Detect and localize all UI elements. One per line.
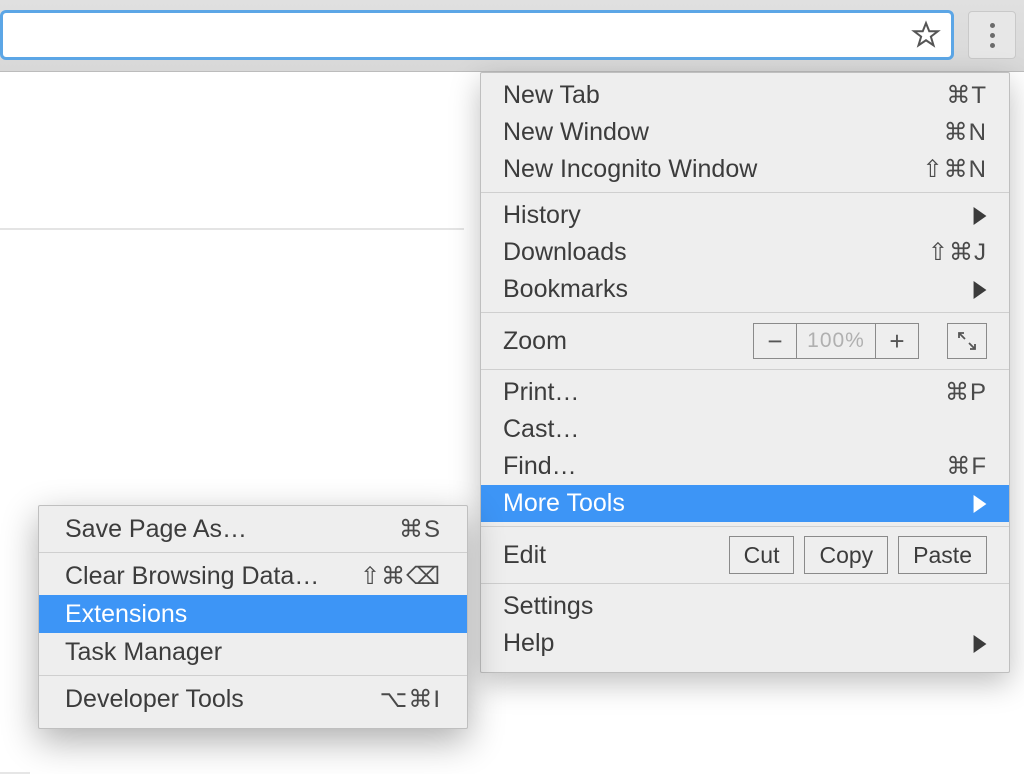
menu-item-shortcut: ⇧⌘J xyxy=(917,238,987,267)
paste-button[interactable]: Paste xyxy=(898,536,987,574)
menu-item-bookmarks[interactable]: Bookmarks xyxy=(481,271,1009,308)
menu-item-new-incognito[interactable]: New Incognito Window ⇧⌘N xyxy=(481,151,1009,188)
menu-section: History Downloads ⇧⌘J Bookmarks xyxy=(481,193,1009,312)
fullscreen-button[interactable] xyxy=(947,323,987,359)
menu-section: Print… ⌘P Cast… Find… ⌘F More Tools xyxy=(481,370,1009,526)
menu-item-label: Cast… xyxy=(503,415,987,444)
menu-item-save-page-as[interactable]: Save Page As… ⌘S xyxy=(39,510,467,548)
chrome-main-menu: New Tab ⌘T New Window ⌘N New Incognito W… xyxy=(480,72,1010,673)
menu-item-label: New Incognito Window xyxy=(503,155,917,184)
menu-item-label: Task Manager xyxy=(65,638,441,667)
menu-item-downloads[interactable]: Downloads ⇧⌘J xyxy=(481,234,1009,271)
menu-item-label: Find… xyxy=(503,452,917,481)
menu-item-edit: Edit Cut Copy Paste xyxy=(481,527,1009,583)
chrome-menu-button[interactable] xyxy=(968,11,1016,59)
menu-item-new-window[interactable]: New Window ⌘N xyxy=(481,114,1009,151)
copy-button[interactable]: Copy xyxy=(804,536,888,574)
menu-item-shortcut: ⇧⌘⌫ xyxy=(360,562,441,591)
menu-item-clear-browsing-data[interactable]: Clear Browsing Data… ⇧⌘⌫ xyxy=(39,557,467,595)
menu-item-label: More Tools xyxy=(503,489,965,518)
menu-item-history[interactable]: History xyxy=(481,197,1009,234)
menu-item-label: Save Page As… xyxy=(65,515,371,544)
paste-label: Paste xyxy=(913,542,972,569)
browser-toolbar xyxy=(0,6,1024,64)
menu-item-settings[interactable]: Settings xyxy=(481,588,1009,625)
edit-label: Edit xyxy=(503,541,729,570)
submenu-arrow-icon xyxy=(973,495,987,513)
zoom-in-button[interactable]: + xyxy=(875,323,919,359)
menu-item-label: Print… xyxy=(503,378,917,407)
menu-item-label: New Tab xyxy=(503,81,917,110)
bookmark-star-icon[interactable] xyxy=(911,20,941,50)
menu-item-shortcut: ⌘F xyxy=(917,452,987,481)
menu-item-help[interactable]: Help xyxy=(481,625,1009,662)
submenu-arrow-icon xyxy=(973,207,987,225)
menu-section: Clear Browsing Data… ⇧⌘⌫ Extensions Task… xyxy=(39,553,467,675)
cut-label: Cut xyxy=(744,542,780,569)
edit-buttons: Cut Copy Paste xyxy=(729,536,987,574)
menu-item-shortcut: ⌘P xyxy=(917,378,987,407)
menu-item-print[interactable]: Print… ⌘P xyxy=(481,374,1009,411)
zoom-percent: 100% xyxy=(797,323,875,359)
menu-item-shortcut: ⌘N xyxy=(917,118,987,147)
menu-item-label: New Window xyxy=(503,118,917,147)
menu-item-label: Downloads xyxy=(503,238,917,267)
zoom-out-button[interactable]: − xyxy=(753,323,797,359)
fullscreen-icon xyxy=(957,331,977,351)
menu-item-find[interactable]: Find… ⌘F xyxy=(481,448,1009,485)
cut-button[interactable]: Cut xyxy=(729,536,795,574)
menu-item-extensions[interactable]: Extensions xyxy=(39,595,467,633)
menu-item-shortcut: ⌥⌘I xyxy=(371,685,441,714)
zoom-label: Zoom xyxy=(503,327,753,356)
copy-label: Copy xyxy=(819,542,873,569)
menu-item-developer-tools[interactable]: Developer Tools ⌥⌘I xyxy=(39,680,467,718)
more-tools-submenu: Save Page As… ⌘S Clear Browsing Data… ⇧⌘… xyxy=(38,505,468,729)
three-dots-vertical-icon xyxy=(990,23,995,48)
menu-item-shortcut: ⌘T xyxy=(917,81,987,110)
menu-section: Settings Help xyxy=(481,584,1009,672)
menu-item-label: History xyxy=(503,201,965,230)
submenu-arrow-icon xyxy=(973,635,987,653)
menu-section: New Tab ⌘T New Window ⌘N New Incognito W… xyxy=(481,73,1009,192)
menu-item-label: Developer Tools xyxy=(65,685,371,714)
minus-icon: − xyxy=(767,326,782,357)
menu-item-cast[interactable]: Cast… xyxy=(481,411,1009,448)
address-bar[interactable] xyxy=(0,10,954,60)
submenu-arrow-icon xyxy=(973,281,987,299)
menu-item-label: Help xyxy=(503,629,965,658)
page-divider xyxy=(0,228,464,230)
menu-item-label: Bookmarks xyxy=(503,275,965,304)
menu-item-more-tools[interactable]: More Tools xyxy=(481,485,1009,522)
zoom-controls: − 100% + xyxy=(753,323,987,359)
menu-item-label: Extensions xyxy=(65,600,441,629)
menu-item-label: Settings xyxy=(503,592,987,621)
menu-section: Save Page As… ⌘S xyxy=(39,506,467,552)
menu-section: Developer Tools ⌥⌘I xyxy=(39,676,467,728)
menu-item-shortcut: ⌘S xyxy=(371,515,441,544)
menu-item-shortcut: ⇧⌘N xyxy=(917,155,987,184)
plus-icon: + xyxy=(889,326,904,357)
menu-item-zoom: Zoom − 100% + xyxy=(481,313,1009,369)
browser-toolbar-bg xyxy=(0,0,1024,72)
menu-item-label: Clear Browsing Data… xyxy=(65,562,360,591)
menu-item-new-tab[interactable]: New Tab ⌘T xyxy=(481,77,1009,114)
menu-item-task-manager[interactable]: Task Manager xyxy=(39,633,467,671)
